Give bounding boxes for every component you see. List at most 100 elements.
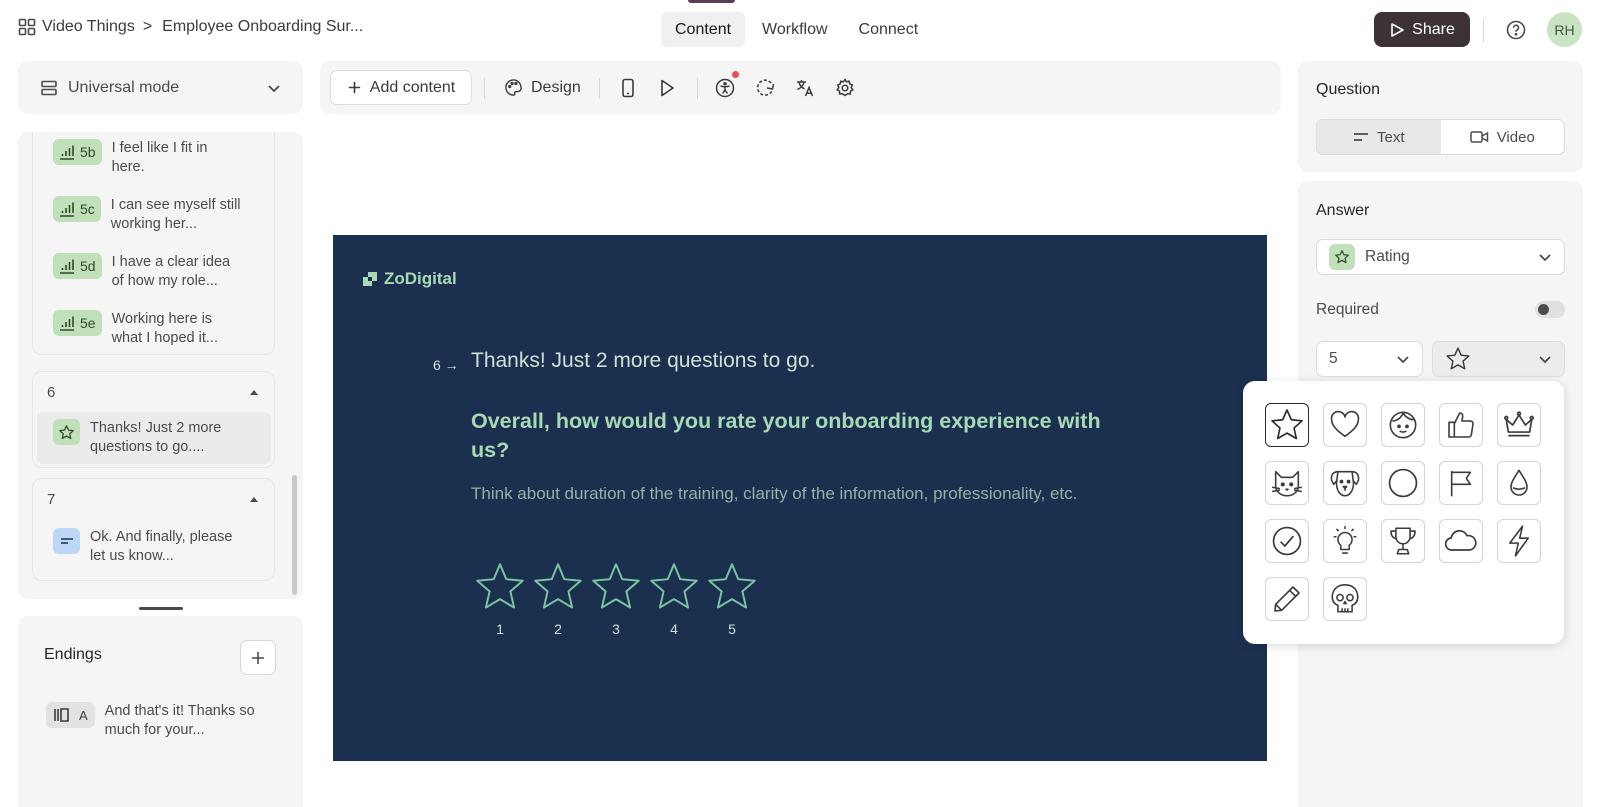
shape-option-cloud[interactable]	[1439, 519, 1483, 563]
question-type-text[interactable]: Text	[1317, 120, 1441, 154]
question-heading[interactable]: Overall, how would you rate your onboard…	[471, 407, 1131, 465]
resize-handle[interactable]	[139, 607, 183, 610]
caret-up-icon[interactable]	[248, 387, 260, 397]
shape-option-drop[interactable]	[1497, 461, 1541, 505]
ending-item[interactable]: A And that's it! Thanks so much for your…	[46, 702, 255, 740]
question-text: I have a clear idea of how my role...	[111, 254, 231, 289]
question-number: 6 →	[433, 357, 459, 373]
shape-picker-popover	[1243, 381, 1564, 644]
question-text: Thanks! Just 2 more questions to go....	[90, 420, 222, 455]
translate-icon[interactable]	[795, 78, 815, 98]
bar-chart-icon	[60, 202, 74, 217]
toolbar-divider	[599, 78, 600, 99]
answer-settings-title: Answer	[1316, 202, 1370, 219]
group-header[interactable]: 7	[33, 479, 274, 519]
question-text: I feel like I fit in here.	[111, 140, 208, 175]
question-slide-preview[interactable]: ZoDigital 6 → Thanks! Just 2 more questi…	[333, 235, 1267, 761]
add-ending-button[interactable]	[240, 640, 276, 675]
shape-option-skull[interactable]	[1323, 577, 1367, 621]
grid-icon[interactable]	[18, 18, 36, 36]
logo-mark-icon	[363, 272, 377, 286]
video-camera-icon	[1469, 131, 1488, 143]
caret-up-icon[interactable]	[248, 494, 260, 504]
add-content-button[interactable]: Add content	[330, 70, 472, 105]
mode-selector[interactable]: Universal mode	[18, 61, 303, 114]
scale-select[interactable]: 5	[1316, 341, 1423, 377]
question-badge	[53, 419, 80, 445]
shape-option-dog[interactable]	[1323, 461, 1367, 505]
help-icon[interactable]	[1506, 20, 1526, 40]
star-icon	[534, 563, 582, 609]
shape-option-lightning[interactable]	[1497, 519, 1541, 563]
rating-option[interactable]: 1	[471, 561, 529, 637]
shape-option-heart[interactable]	[1323, 403, 1367, 447]
avatar[interactable]: RH	[1547, 12, 1582, 47]
breadcrumb-form-name[interactable]: Employee Onboarding Sur...	[162, 18, 363, 36]
shape-option-check-circle[interactable]	[1265, 519, 1309, 563]
tab-content[interactable]: Content	[661, 0, 746, 47]
chevron-down-icon	[1539, 254, 1551, 262]
answer-type-badge	[1329, 244, 1355, 270]
question-description[interactable]: Think about duration of the training, cl…	[471, 481, 1131, 506]
shape-option-pencil[interactable]	[1265, 577, 1309, 621]
share-button[interactable]: Share	[1374, 12, 1470, 47]
endings-title: Endings	[44, 646, 102, 663]
layers-icon	[41, 80, 57, 95]
shape-select[interactable]	[1432, 341, 1565, 377]
question-type-video[interactable]: Video	[1441, 120, 1565, 154]
trophy-icon	[1390, 527, 1416, 555]
rating-option[interactable]: 2	[529, 561, 587, 637]
list-item[interactable]: Ok. And finally, please let us know...	[53, 528, 240, 566]
list-item[interactable]: 5b I feel like I fit in here.	[53, 139, 242, 177]
rating-option[interactable]: 3	[587, 561, 645, 637]
shape-option-circle[interactable]	[1381, 461, 1425, 505]
required-toggle[interactable]	[1535, 301, 1565, 318]
chevron-down-icon	[1397, 356, 1409, 364]
question-text: Ok. And finally, please let us know...	[90, 529, 233, 564]
shape-option-cat[interactable]	[1265, 461, 1309, 505]
question-badge	[53, 528, 80, 554]
shape-option-trophy[interactable]	[1381, 519, 1425, 563]
group-header[interactable]: 6	[33, 372, 274, 412]
accessibility-icon[interactable]	[715, 78, 735, 98]
list-item[interactable]: 5d I have a clear idea of how my role...	[53, 253, 242, 291]
play-icon[interactable]	[658, 78, 676, 98]
shape-option-flag[interactable]	[1439, 461, 1483, 505]
bar-chart-icon	[60, 145, 74, 160]
rating-option[interactable]: 4	[645, 561, 703, 637]
palette-icon	[505, 79, 522, 96]
shape-option-star[interactable]	[1265, 403, 1309, 447]
top-bar: Video Things > Employee Onboarding Sur..…	[0, 0, 1600, 60]
shape-option-lightbulb[interactable]	[1323, 519, 1367, 563]
question-title[interactable]: Thanks! Just 2 more questions to go.	[471, 349, 815, 373]
question-list-scrollbar[interactable]	[292, 475, 297, 595]
required-label: Required	[1316, 301, 1379, 318]
toolbar-divider	[697, 78, 698, 99]
text-lines-icon	[60, 538, 73, 544]
question-text: Working here is what I hoped it...	[111, 311, 218, 346]
ending-icon	[54, 708, 69, 722]
design-button[interactable]: Design	[504, 70, 581, 105]
logic-icon[interactable]	[755, 78, 775, 98]
tab-connect[interactable]: Connect	[845, 12, 933, 47]
question-badge: 5c	[53, 196, 101, 222]
notification-dot	[732, 71, 739, 78]
lightning-icon	[1509, 525, 1529, 557]
chevron-down-icon	[1539, 356, 1551, 364]
list-item-selected[interactable]: Thanks! Just 2 more questions to go....	[37, 412, 271, 464]
list-item[interactable]: 5c I can see myself still working her...	[53, 196, 241, 234]
shape-option-thumbs-up[interactable]	[1439, 403, 1483, 447]
tab-workflow[interactable]: Workflow	[748, 12, 842, 47]
answer-type-select[interactable]: Rating	[1316, 239, 1565, 275]
shape-option-crown[interactable]	[1497, 403, 1541, 447]
rating-option[interactable]: 5	[703, 561, 761, 637]
list-item[interactable]: 5e Working here is what I hoped it...	[53, 310, 242, 348]
rating-stars: 1 2 3 4 5	[471, 561, 761, 637]
group-number: 6	[47, 383, 56, 401]
gear-icon[interactable]	[835, 78, 855, 98]
shape-option-face[interactable]	[1381, 403, 1425, 447]
send-icon	[1391, 22, 1404, 37]
mobile-preview-icon[interactable]	[620, 78, 636, 98]
breadcrumb-workspace[interactable]: Video Things	[42, 18, 135, 36]
star-icon	[708, 563, 756, 609]
